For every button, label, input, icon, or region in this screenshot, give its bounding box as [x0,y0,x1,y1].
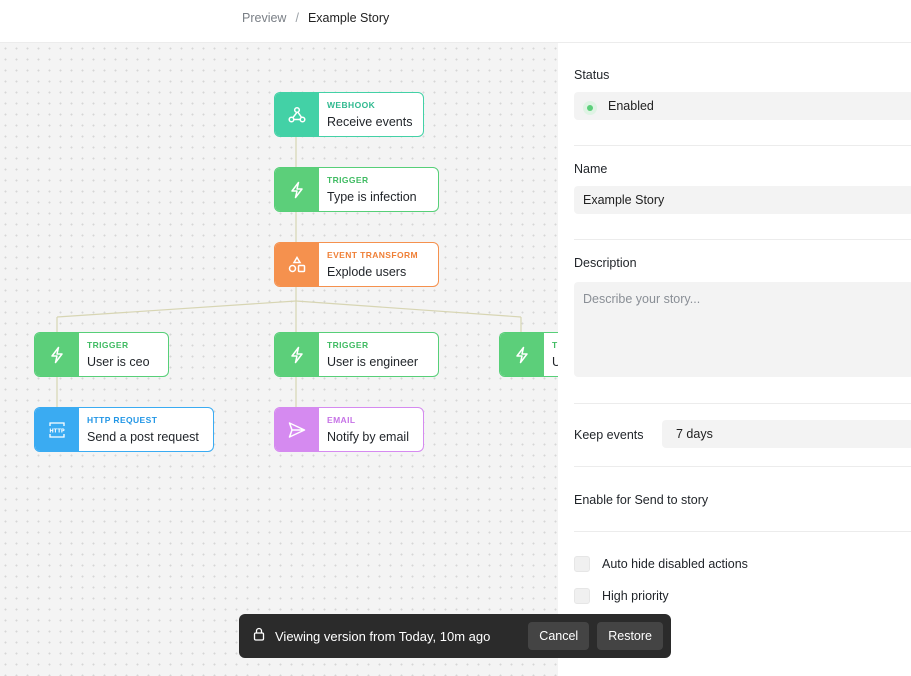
node-type: WEBHOOK [327,100,376,110]
node-type: EVENT TRANSFORM [327,250,418,260]
auto-hide-label: Auto hide disabled actions [602,557,748,571]
version-preview-bar: Viewing version from Today, 10m ago Canc… [239,614,671,658]
http-icon: HTTP [35,408,79,451]
node-event-transform[interactable]: EVENT TRANSFORM Explode users [274,242,439,287]
node-email[interactable]: EMAIL Notify by email [274,407,424,452]
status-label: Status [574,68,610,82]
node-label: Receive events [327,115,413,129]
divider [574,531,911,532]
node-label: Notify by email [327,430,409,444]
divider [574,145,911,146]
bolt-icon [275,168,319,211]
node-label: Send a post request [87,430,199,444]
send-to-story-label[interactable]: Enable for Send to story [574,493,708,507]
node-label: User is ceo [87,355,150,369]
high-priority-checkbox[interactable] [574,588,590,604]
breadcrumb: Preview / Example Story [242,11,389,25]
status-value: Enabled [608,99,654,113]
transform-icon [275,243,319,286]
breadcrumb-separator: / [295,11,299,25]
keep-events-value: 7 days [676,427,713,441]
restore-button[interactable]: Restore [597,622,663,650]
node-label: Type is infection [327,190,417,204]
auto-hide-checkbox[interactable] [574,556,590,572]
story-canvas[interactable]: WEBHOOK Receive events TRIGGER Type is i… [0,43,558,676]
node-type: TRIGGER [87,340,129,350]
node-label: User is engineer [327,355,419,369]
breadcrumb-current: Example Story [307,11,390,25]
edge-branch-left [56,300,297,318]
divider [574,466,911,467]
cancel-button[interactable]: Cancel [528,622,590,650]
node-type: HTTP REQUEST [87,415,158,425]
name-label: Name [574,162,608,176]
node-trigger-partial[interactable]: T U [499,332,558,377]
high-priority-label: High priority [602,589,669,603]
keep-events-select[interactable]: 7 days [662,420,911,448]
description-label: Description [574,256,637,270]
story-settings-panel: Status Enabled Name Description Keep eve… [558,43,911,676]
bolt-icon [500,333,544,376]
bolt-icon [35,333,79,376]
webhook-icon [275,93,319,136]
status-select[interactable]: Enabled [574,92,911,120]
description-textarea[interactable] [574,282,911,377]
keep-events-label: Keep events [574,428,644,442]
lock-icon [253,627,265,646]
node-label: Explode users [327,265,407,279]
node-type: EMAIL [327,415,356,425]
divider [574,403,911,404]
version-text: Viewing version from Today, 10m ago [275,628,491,644]
divider [574,239,911,240]
breadcrumb-preview-link[interactable]: Preview [242,11,286,25]
send-icon [275,408,319,451]
node-type: TRIGGER [327,340,369,350]
node-trigger-engineer[interactable]: TRIGGER User is engineer [274,332,439,377]
node-http-request[interactable]: HTTP HTTP REQUEST Send a post request [34,407,214,452]
name-input[interactable] [574,186,911,214]
status-dot-icon [583,101,597,115]
bolt-icon [275,333,319,376]
edge-branch-right [295,300,522,318]
node-trigger-ceo[interactable]: TRIGGER User is ceo [34,332,169,377]
node-webhook[interactable]: WEBHOOK Receive events [274,92,424,137]
top-bar: Preview / Example Story [0,0,911,43]
http-icon-text: HTTP [49,428,65,434]
node-trigger-infection[interactable]: TRIGGER Type is infection [274,167,439,212]
node-type: TRIGGER [327,175,369,185]
